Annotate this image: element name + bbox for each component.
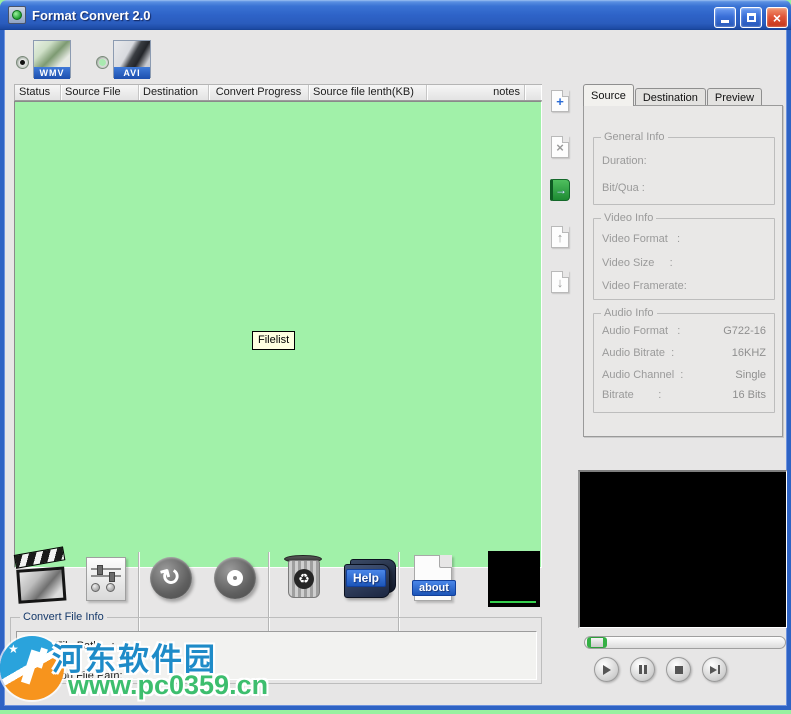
pause-icon — [639, 665, 647, 674]
video-preview-screen — [578, 470, 787, 628]
filelist-header: Status Source File Destination Convert P… — [14, 84, 542, 101]
about-badge: about — [412, 580, 456, 596]
avi-label: AVI — [114, 67, 150, 79]
about-button[interactable]: about — [414, 555, 452, 601]
duration-label: Duration: — [602, 155, 647, 167]
audio-info-group: Audio Info Audio Format : G722-16 Audio … — [593, 313, 775, 413]
move-up-icon: ↑ — [551, 226, 569, 248]
recycle-icon: ♻ — [294, 569, 314, 589]
close-icon: × — [773, 11, 781, 25]
next-button[interactable] — [702, 657, 727, 682]
column-spacer — [525, 85, 541, 100]
convert-file-info-title: Convert File Info — [20, 611, 107, 623]
move-down-icon: ↓ — [551, 271, 569, 293]
remove-file-button[interactable]: × — [548, 134, 572, 160]
column-status[interactable]: Status — [15, 85, 61, 100]
preview-thumbnail[interactable] — [488, 551, 540, 607]
wmv-label: WMV — [34, 67, 70, 79]
column-destination[interactable]: Destination — [139, 85, 209, 100]
avi-format-icon[interactable]: AVI — [113, 40, 151, 78]
help-badge: Help — [346, 569, 386, 587]
avi-thumbnail — [114, 41, 150, 67]
bitrate-value: 16 Bits — [732, 389, 766, 401]
app-window: Format Convert 2.0 × WMV AVI Status Sour… — [0, 0, 791, 710]
seek-handle[interactable] — [587, 637, 607, 648]
tab-destination[interactable]: Destination — [635, 88, 706, 106]
convert-icon: → — [550, 179, 570, 201]
bitrate-label: Bitrate : — [602, 389, 661, 401]
help-button[interactable]: Help — [342, 559, 398, 601]
minimize-button[interactable] — [714, 7, 736, 28]
audio-format-label: Audio Format : — [602, 325, 680, 337]
bitqua-label: Bit/Qua : — [602, 182, 645, 194]
add-file-button[interactable]: + — [548, 88, 572, 114]
video-info-group: Video Info Video Format : Video Size : V… — [593, 218, 775, 300]
audio-channel-value: Single — [735, 369, 766, 381]
play-button[interactable] — [594, 657, 619, 682]
stop-convert-button[interactable] — [214, 557, 256, 599]
video-framerate-label: Video Framerate: — [602, 280, 687, 292]
maximize-icon — [747, 13, 756, 22]
refresh-icon: ↻ — [158, 564, 184, 592]
window-body: WMV AVI Status Source File Destination C… — [0, 30, 791, 710]
radio-format-wmv[interactable] — [16, 56, 29, 69]
play-icon — [603, 665, 611, 675]
remove-file-icon: × — [551, 136, 569, 158]
movie-clapper-button[interactable] — [15, 551, 71, 608]
start-convert-button[interactable]: ↻ — [150, 557, 192, 599]
general-info-title: General Info — [601, 131, 668, 143]
radio-format-avi[interactable] — [96, 56, 109, 69]
general-info-group: General Info Duration: Bit/Qua : — [593, 137, 775, 205]
next-icon — [710, 665, 720, 674]
clear-list-button[interactable]: ♻ — [284, 555, 324, 603]
video-info-title: Video Info — [601, 212, 656, 224]
stop-button[interactable] — [666, 657, 691, 682]
audio-format-value: G722-16 — [723, 325, 766, 337]
tab-preview[interactable]: Preview — [707, 88, 762, 106]
window-title: Format Convert 2.0 — [32, 8, 150, 23]
minimize-icon — [721, 20, 729, 23]
info-tabs: Source Destination Preview — [583, 84, 763, 106]
slider-lines-icon — [91, 568, 121, 570]
wmv-thumbnail — [34, 41, 70, 67]
app-icon — [8, 6, 26, 24]
tab-source[interactable]: Source — [583, 84, 634, 106]
column-source-file-length[interactable]: Source file lenth(KB) — [309, 85, 427, 100]
audio-bitrate-value: 16KHZ — [732, 347, 766, 359]
convert-file-button[interactable]: → — [548, 177, 572, 203]
column-source-file[interactable]: Source File — [61, 85, 139, 100]
filelist-tooltip: Filelist — [252, 331, 295, 350]
record-circle-icon — [227, 570, 243, 586]
close-button[interactable]: × — [766, 7, 788, 28]
pause-button[interactable] — [630, 657, 655, 682]
destination-file-path-label: Destination File Path: — [18, 670, 123, 682]
audio-info-title: Audio Info — [601, 307, 657, 319]
audio-bitrate-label: Audio Bitrate : — [602, 347, 674, 359]
audio-channel-label: Audio Channel : — [602, 369, 683, 381]
source-tab-panel: General Info Duration: Bit/Qua : Video I… — [583, 105, 783, 437]
source-file-path-label: Source File Path : — [18, 640, 115, 652]
column-convert-progress[interactable]: Convert Progress — [209, 85, 309, 100]
stop-icon — [675, 666, 683, 674]
move-down-button[interactable]: ↓ — [548, 269, 572, 295]
add-file-icon: + — [551, 90, 569, 112]
video-size-label: Video Size : — [602, 257, 673, 269]
column-notes[interactable]: notes — [427, 85, 525, 100]
wmv-format-icon[interactable]: WMV — [33, 40, 71, 78]
maximize-button[interactable] — [740, 7, 762, 28]
move-up-button[interactable]: ↑ — [548, 224, 572, 250]
level-meter — [490, 601, 536, 603]
seek-bar[interactable] — [584, 636, 786, 649]
task-settings-button[interactable] — [86, 557, 126, 601]
video-format-label: Video Format : — [602, 233, 680, 245]
titlebar[interactable]: Format Convert 2.0 × — [0, 0, 791, 30]
